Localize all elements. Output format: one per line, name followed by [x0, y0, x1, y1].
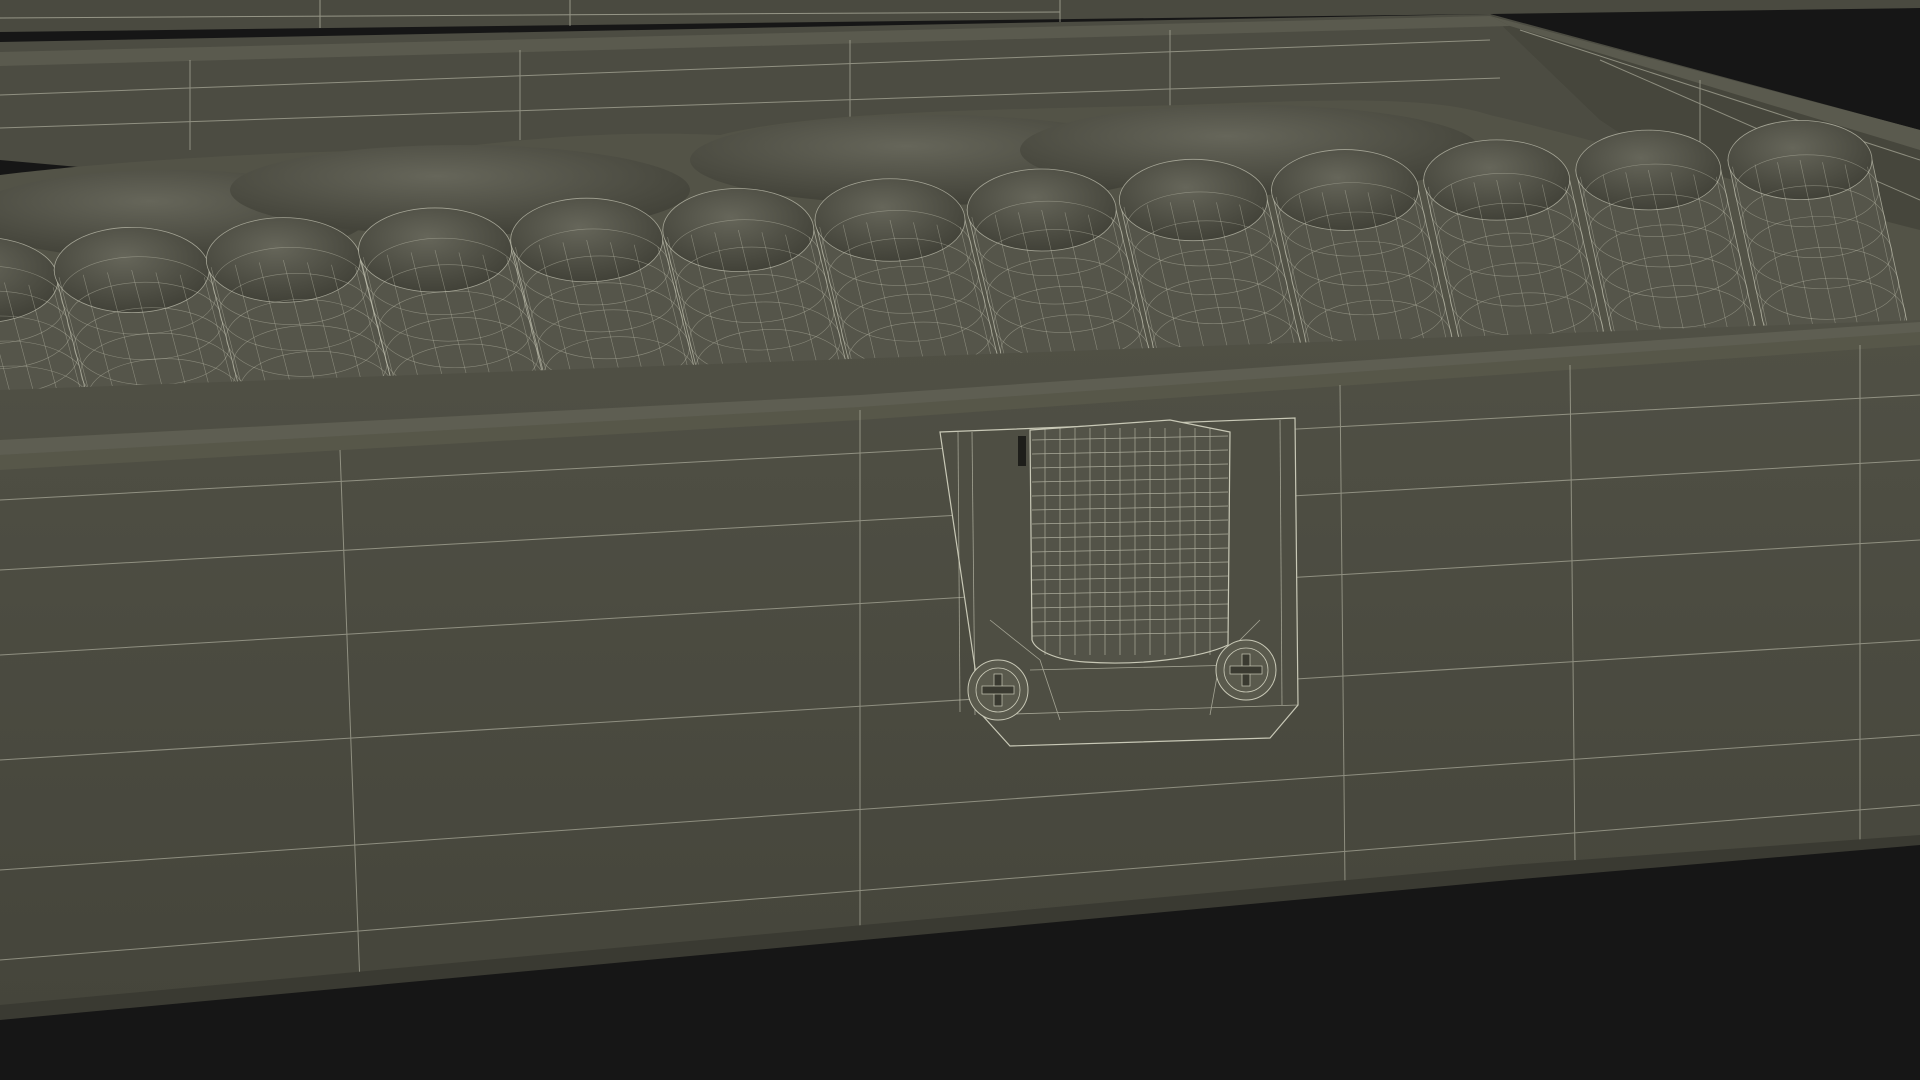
latch: [939, 417, 1299, 747]
phillips-screw-icon: [967, 659, 1029, 721]
phillips-screw-icon: [1215, 639, 1277, 701]
wireframe-scene: [0, 0, 1920, 1080]
latch-slot: [1018, 436, 1026, 466]
